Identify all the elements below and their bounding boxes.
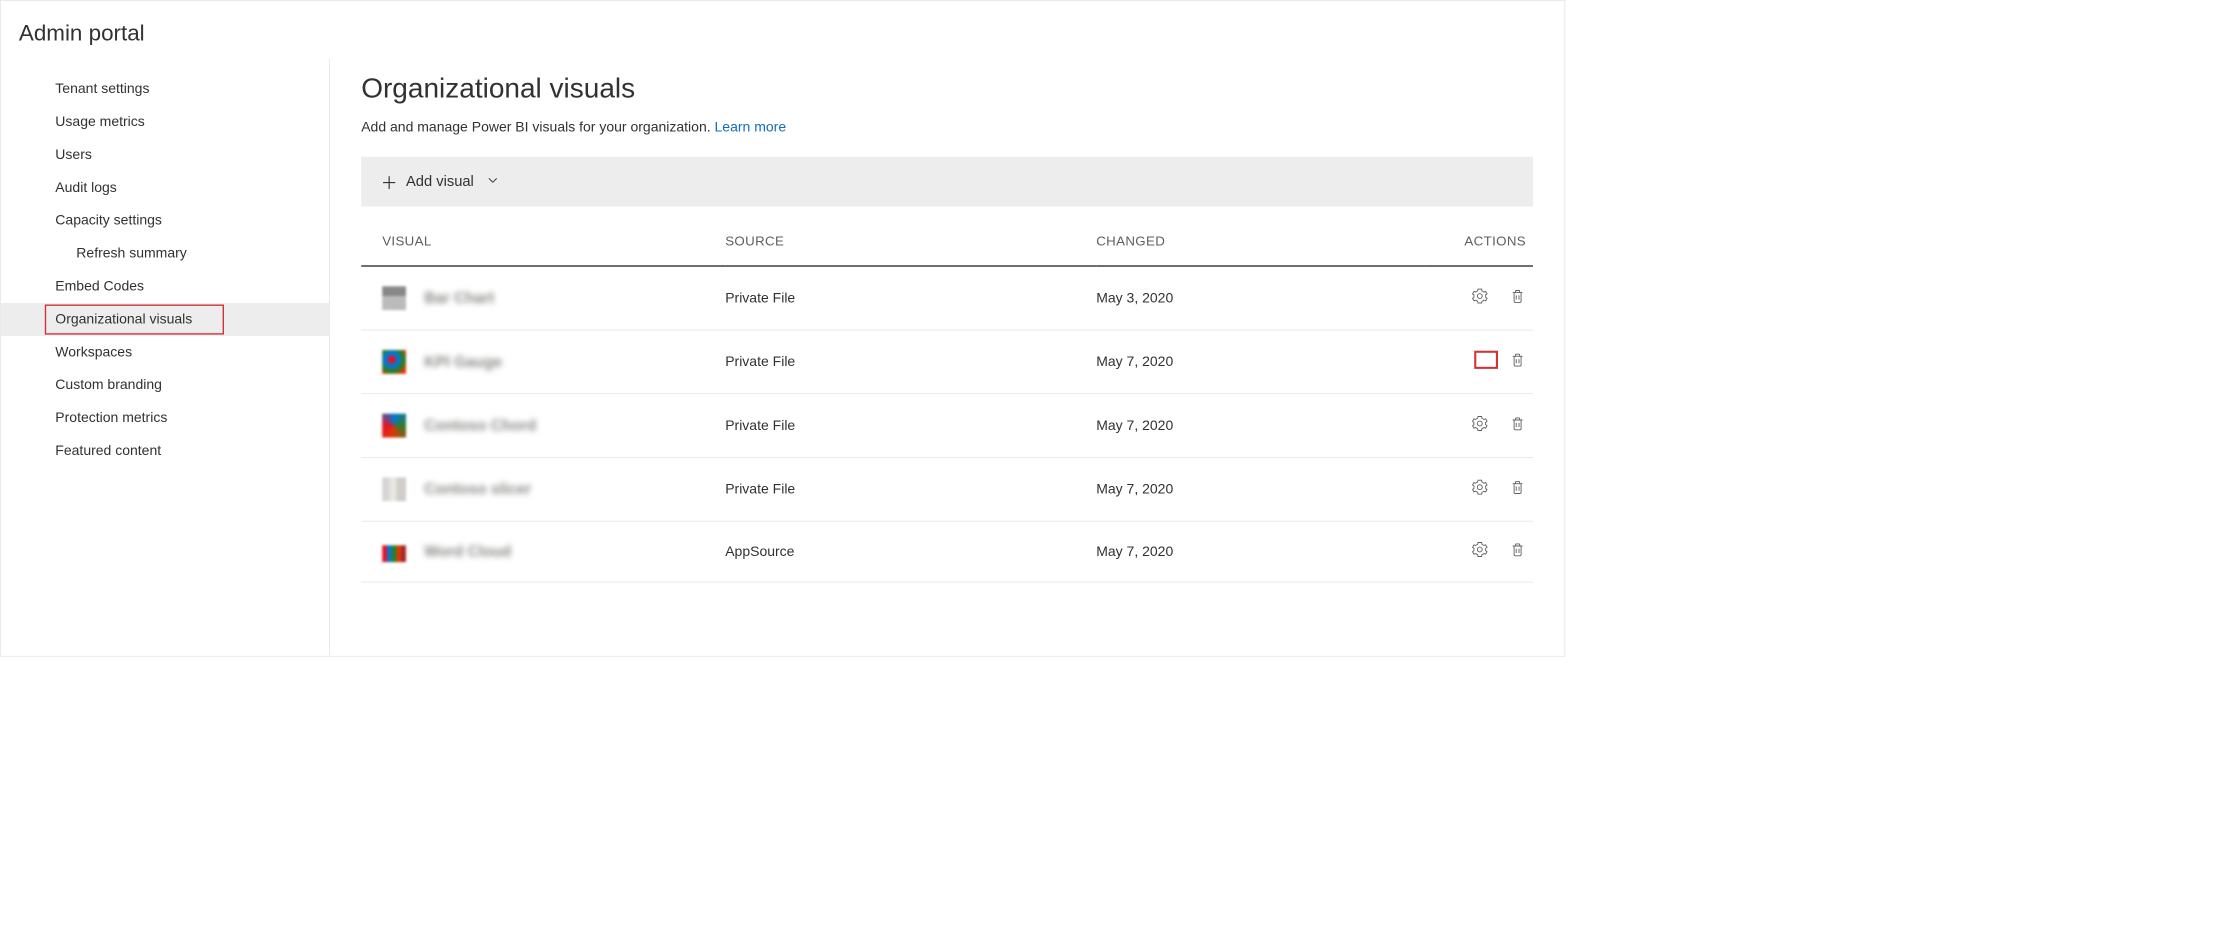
- trash-icon[interactable]: [1509, 479, 1526, 496]
- sidebar-item-audit-logs[interactable]: Audit logs: [1, 172, 329, 205]
- table-row[interactable]: KPI Gauge Private FileMay 7, 2020: [361, 330, 1533, 394]
- sidebar-item-protection-metrics[interactable]: Protection metrics: [1, 402, 329, 435]
- table-row[interactable]: Bar Chart Private FileMay 3, 2020: [361, 266, 1533, 330]
- visual-thumbnail-icon: [382, 414, 406, 438]
- col-actions: ACTIONS: [1425, 214, 1533, 267]
- main-title: Organizational visuals: [361, 73, 1533, 105]
- visual-name: KPI Gauge: [424, 353, 502, 371]
- learn-more-link[interactable]: Learn more: [715, 120, 787, 135]
- source-cell: Private File: [725, 394, 1096, 458]
- changed-cell: May 7, 2020: [1096, 521, 1425, 582]
- sidebar: Tenant settingsUsage metricsUsersAudit l…: [1, 59, 330, 656]
- visual-thumbnail-icon: [382, 286, 406, 310]
- col-visual[interactable]: VISUAL: [361, 214, 725, 267]
- chevron-down-icon: [486, 174, 499, 190]
- table-row[interactable]: Word Cloud AppSourceMay 7, 2020: [361, 521, 1533, 582]
- col-source[interactable]: SOURCE: [725, 214, 1096, 267]
- visual-thumbnail-icon: [382, 350, 406, 374]
- source-cell: Private File: [725, 330, 1096, 394]
- page-title: Admin portal: [19, 20, 1565, 46]
- sidebar-item-usage-metrics[interactable]: Usage metrics: [1, 106, 329, 139]
- changed-cell: May 7, 2020: [1096, 330, 1425, 394]
- source-cell: Private File: [725, 266, 1096, 330]
- sidebar-item-workspaces[interactable]: Workspaces: [1, 336, 329, 369]
- main-subtitle: Add and manage Power BI visuals for your…: [361, 120, 1533, 136]
- visual-name: Contoso slicer: [424, 480, 531, 498]
- visual-name: Contoso Chord: [424, 417, 536, 435]
- sidebar-item-organizational-visuals[interactable]: Organizational visuals: [1, 303, 329, 336]
- sidebar-item-refresh-summary[interactable]: Refresh summary: [1, 237, 329, 270]
- sidebar-item-embed-codes[interactable]: Embed Codes: [1, 270, 329, 303]
- visuals-table: VISUAL SOURCE CHANGED ACTIONS Bar Chart P…: [361, 214, 1533, 583]
- visual-name: Word Cloud: [424, 543, 511, 561]
- add-visual-button[interactable]: ＋ Add visual: [361, 157, 1533, 207]
- subtitle-text: Add and manage Power BI visuals for your…: [361, 120, 710, 135]
- trash-icon[interactable]: [1509, 288, 1526, 305]
- visual-thumbnail-icon: [382, 545, 406, 562]
- gear-icon[interactable]: [1471, 479, 1488, 496]
- sidebar-item-users[interactable]: Users: [1, 139, 329, 172]
- changed-cell: May 3, 2020: [1096, 266, 1425, 330]
- table-row[interactable]: Contoso Chord Private FileMay 7, 2020: [361, 394, 1533, 458]
- source-cell: Private File: [725, 457, 1096, 521]
- add-visual-label: Add visual: [406, 173, 474, 190]
- gear-icon[interactable]: [1471, 415, 1488, 432]
- sidebar-item-capacity-settings[interactable]: Capacity settings: [1, 204, 329, 237]
- col-changed[interactable]: CHANGED: [1096, 214, 1425, 267]
- sidebar-item-featured-content[interactable]: Featured content: [1, 435, 329, 468]
- visual-thumbnail-icon: [382, 477, 406, 501]
- changed-cell: May 7, 2020: [1096, 457, 1425, 521]
- changed-cell: May 7, 2020: [1096, 394, 1425, 458]
- trash-icon[interactable]: [1509, 541, 1526, 558]
- visual-name: Bar Chart: [424, 289, 494, 307]
- trash-icon[interactable]: [1509, 351, 1526, 368]
- trash-icon[interactable]: [1509, 415, 1526, 432]
- gear-icon[interactable]: [1471, 541, 1488, 558]
- source-cell: AppSource: [725, 521, 1096, 582]
- main-content: Organizational visuals Add and manage Po…: [330, 59, 1565, 656]
- sidebar-item-custom-branding[interactable]: Custom branding: [1, 369, 329, 402]
- gear-icon[interactable]: [1471, 288, 1488, 305]
- plus-icon: ＋: [381, 169, 398, 194]
- sidebar-item-tenant-settings[interactable]: Tenant settings: [1, 73, 329, 106]
- gear-icon[interactable]: [1474, 351, 1498, 369]
- table-row[interactable]: Contoso slicer Private FileMay 7, 2020: [361, 457, 1533, 521]
